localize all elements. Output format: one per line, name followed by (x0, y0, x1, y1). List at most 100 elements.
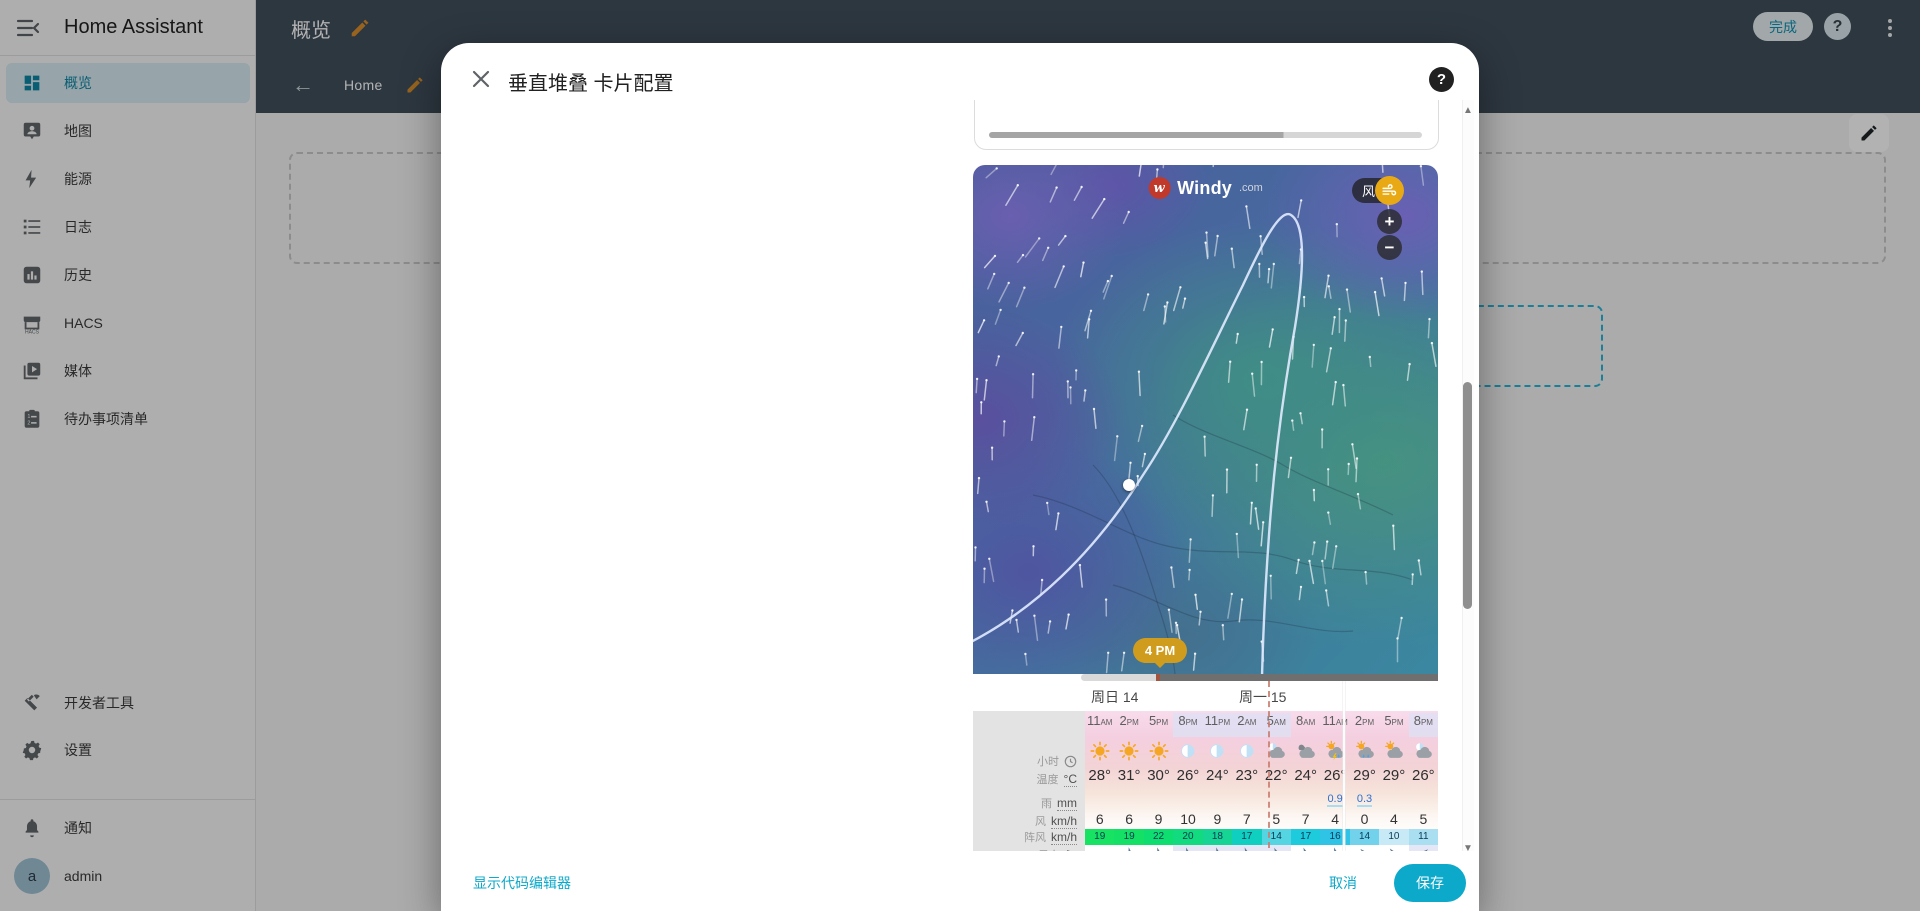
gust-cell: 17 (1232, 829, 1261, 845)
hour-cell: 2AM (1232, 713, 1261, 737)
wind-icon (1381, 182, 1398, 199)
gust-cell: 18 (1203, 829, 1232, 845)
rain-cell: 0.3 (1350, 793, 1379, 813)
wind-cell: 5 (1409, 811, 1438, 829)
hour-cell: 8AM (1291, 713, 1320, 737)
cancel-button[interactable]: 取消 (1329, 873, 1357, 893)
temp-cell: 29° (1350, 767, 1379, 791)
windy-card-preview: w Windy .com 风 + − 4 PM (973, 165, 1438, 851)
wind-cell: 7 (1232, 811, 1261, 829)
time-indicator-balloon[interactable]: 4 PM (1133, 638, 1187, 663)
rain-cell (1085, 793, 1114, 813)
gust-cell: 19 (1114, 829, 1143, 845)
wind-cell: 4 (1379, 811, 1408, 829)
weather-icon-storm (1320, 737, 1349, 765)
gust-cell: 20 (1173, 829, 1202, 845)
preview-progress-bar (989, 132, 1422, 138)
gust-cell: 14 (1262, 829, 1291, 845)
dialog-footer: 显示代码编辑器 取消 保存 (441, 851, 1479, 911)
location-marker (1123, 479, 1135, 491)
weather-icon-moon (1203, 737, 1232, 765)
gust-cell: 22 (1144, 829, 1173, 845)
weather-icon-sun-cloud (1379, 737, 1408, 765)
rain-cell (1114, 793, 1143, 813)
weather-icon-rain (1350, 737, 1379, 765)
day-separator-line (1343, 681, 1345, 851)
scrollbar-up-arrow[interactable]: ▲ (1463, 105, 1473, 116)
dialog-title: 垂直堆叠 卡片配置 (508, 67, 674, 96)
wind-particles-layer (973, 165, 1438, 674)
hour-cell: 11AM (1320, 713, 1349, 737)
row-label-wind[interactable]: 风km/h (1035, 813, 1077, 829)
gust-cell: 14 (1350, 829, 1379, 845)
windy-brand-suffix: .com (1239, 182, 1263, 194)
show-code-editor-button[interactable]: 显示代码编辑器 (473, 873, 571, 893)
rain-cell (1379, 793, 1408, 813)
rain-cell (1262, 793, 1291, 813)
timeline-elapsed (1081, 674, 1158, 681)
gust-cell: 17 (1291, 829, 1320, 845)
hour-cell: 2PM (1350, 713, 1379, 737)
clock-icon (1064, 755, 1077, 768)
windy-timeline[interactable] (973, 674, 1438, 681)
wind-animation-button[interactable] (1375, 176, 1404, 205)
windy-brand-text: Windy (1177, 178, 1232, 199)
wind-cell: 9 (1203, 811, 1232, 829)
weather-icon-moon-cloud (1409, 737, 1438, 765)
gust-cell: 16 (1320, 829, 1349, 845)
rain-cell: 0.9 (1320, 793, 1349, 813)
weather-icon-sun (1144, 737, 1173, 765)
row-label-temp[interactable]: 温度°C (1037, 771, 1077, 787)
temp-cell: 24° (1203, 767, 1232, 791)
dialog-help-button[interactable]: ? (1429, 67, 1454, 92)
dialog-scrollbar-thumb[interactable] (1463, 382, 1472, 609)
windy-map[interactable]: w Windy .com 风 + − 4 PM (973, 165, 1438, 674)
wind-cell: 6 (1085, 811, 1114, 829)
rain-cell (1291, 793, 1320, 813)
rain-cell (1203, 793, 1232, 813)
close-icon[interactable] (469, 67, 493, 91)
weather-icon-sun (1085, 737, 1114, 765)
clipped-card-preview (974, 100, 1439, 150)
windy-logo[interactable]: w Windy .com (1148, 177, 1263, 199)
timeline-future (1158, 674, 1438, 681)
weather-icon-moon-cloud (1262, 737, 1291, 765)
hour-cell: 8PM (1173, 713, 1202, 737)
temp-cell: 31° (1114, 767, 1143, 791)
temp-cell: 24° (1291, 767, 1320, 791)
forecast-table: 小时 温度°C 雨mm 风km/h (973, 681, 1438, 851)
wind-cell: 7 (1291, 811, 1320, 829)
windy-logo-icon: w (1148, 177, 1170, 199)
weather-icon-sun (1114, 737, 1143, 765)
wind-cell: 6 (1114, 811, 1143, 829)
zoom-in-button[interactable]: + (1377, 209, 1402, 234)
wind-cell: 0 (1350, 811, 1379, 829)
temp-cell: 28° (1085, 767, 1114, 791)
temp-cell: 26° (1173, 767, 1202, 791)
hour-cell: 5PM (1144, 713, 1173, 737)
rain-cell (1144, 793, 1173, 813)
zoom-out-button[interactable]: − (1377, 235, 1402, 260)
dialog-header: 垂直堆叠 卡片配置 ? (441, 43, 1479, 100)
current-time-line (1268, 681, 1270, 851)
temp-cell: 26° (1409, 767, 1438, 791)
weather-icon-moon (1232, 737, 1261, 765)
row-label-gust[interactable]: 阵风km/h (1024, 829, 1077, 845)
weather-icon-moon (1173, 737, 1202, 765)
day-label: 周一 15 (1239, 687, 1286, 707)
hour-cell: 2PM (1114, 713, 1143, 737)
gust-cell: 10 (1379, 829, 1408, 845)
row-label-rain[interactable]: 雨mm (1041, 795, 1077, 811)
wind-cell: 9 (1144, 811, 1173, 829)
temp-cell: 22° (1262, 767, 1291, 791)
temp-cell: 23° (1232, 767, 1261, 791)
dialog-content: w Windy .com 风 + − 4 PM (441, 100, 1451, 851)
gust-cell: 11 (1409, 829, 1438, 845)
temp-cell: 26° (1320, 767, 1349, 791)
timeline-current-tick (1156, 674, 1160, 681)
rain-cell (1232, 793, 1261, 813)
save-button[interactable]: 保存 (1394, 864, 1466, 902)
weather-icon-clouds (1291, 737, 1320, 765)
wind-cell: 10 (1173, 811, 1202, 829)
temp-cell: 29° (1379, 767, 1408, 791)
